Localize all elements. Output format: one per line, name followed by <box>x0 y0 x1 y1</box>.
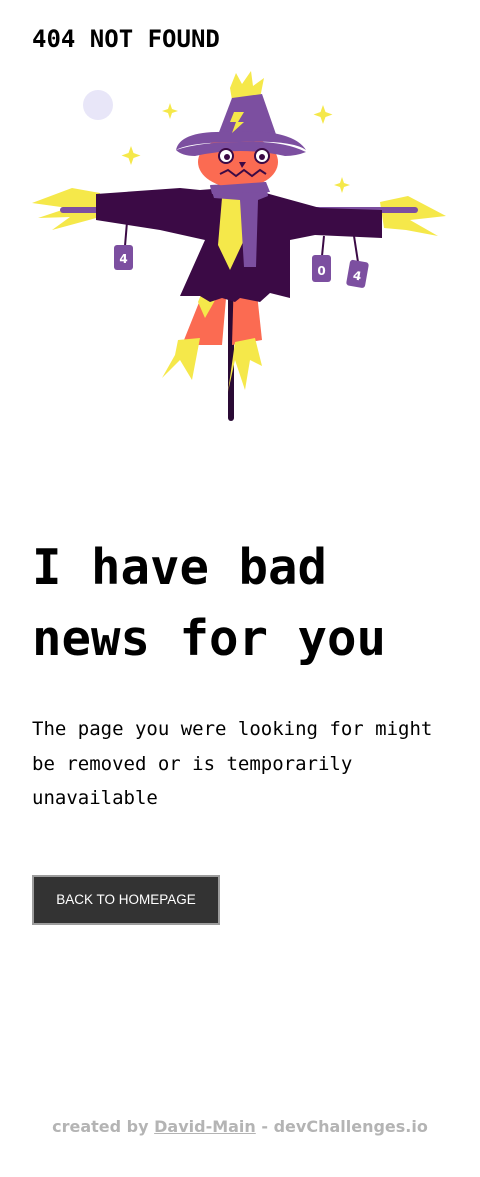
description: The page you were looking for might be r… <box>32 718 433 809</box>
sparkle-icon <box>162 103 178 119</box>
site-title: 404 NOT FOUND <box>32 25 220 53</box>
footer: created by David-Main - devChallenges.io <box>0 1115 480 1139</box>
can-left-label: 4 <box>119 252 127 266</box>
back-to-homepage-button[interactable]: BACK TO HOMEPAGE <box>32 875 220 925</box>
can-right: 4 <box>346 259 369 288</box>
straw-foot-left <box>162 338 200 380</box>
straw-right <box>380 196 446 236</box>
can-middle-label: 0 <box>317 264 325 278</box>
scarecrow-illustration: 4 0 4 <box>32 71 446 421</box>
can-middle: 0 <box>312 255 331 282</box>
sparkle-icon <box>334 177 350 193</box>
footer-prefix: created by <box>52 1117 155 1136</box>
author-link[interactable]: David-Main <box>154 1117 256 1136</box>
sparkle-icon <box>313 105 333 124</box>
sparkle-icon <box>121 146 141 165</box>
can-left: 4 <box>114 245 133 270</box>
headline: I have bad news for you <box>32 539 387 667</box>
moon-icon <box>83 90 113 120</box>
footer-suffix: - devChallenges.io <box>255 1117 428 1136</box>
